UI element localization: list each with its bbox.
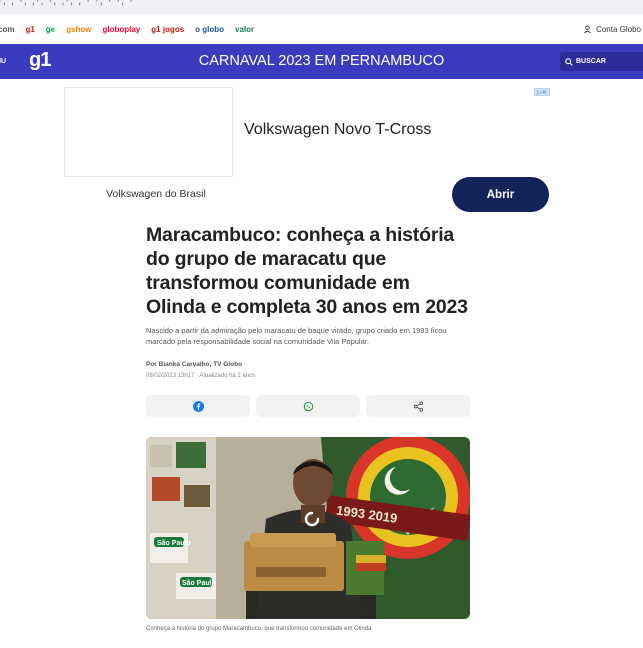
ad-image xyxy=(64,87,233,177)
section-title: CARNAVAL 2023 EM PERNAMBUCO xyxy=(198,53,445,69)
network-link[interactable]: globoplay xyxy=(102,25,140,34)
ad-banner[interactable]: Volkswagen Novo T-Cross ▷✕ xyxy=(64,87,550,177)
photo-sign-2: São Paulo xyxy=(182,580,216,587)
search-button[interactable]: BUSCAR xyxy=(560,52,643,71)
share-button[interactable] xyxy=(366,395,470,417)
whatsapp-icon xyxy=(303,401,313,411)
ad-open-button[interactable]: Abrir xyxy=(452,177,549,212)
account-button[interactable]: Conta Globo xyxy=(583,14,641,44)
ad-advertiser: Volkswagen do Brasil xyxy=(106,188,206,200)
article-title: Maracambuco: conheça a história do grupo… xyxy=(146,224,468,318)
ad-footer: Volkswagen do Brasil Abrir xyxy=(64,177,550,213)
article-subtitle: Nascido a partir da admiração pelo marac… xyxy=(146,326,447,346)
network-link[interactable]: o globo xyxy=(195,25,224,34)
globo-network-bar: com g1 ge gshow globoplay g1 jogos o globo valo… xyxy=(0,14,643,45)
whatsapp-share-button[interactable] xyxy=(256,395,360,417)
ad-choices-icon[interactable]: ▷✕ xyxy=(534,88,550,96)
network-link[interactable]: g1 jogos xyxy=(151,25,184,34)
network-link[interactable]: g1 xyxy=(25,25,34,34)
g1-logo[interactable]: g1 xyxy=(29,49,51,72)
article-video[interactable]: São Paulo São Paulo 1993 2019 xyxy=(146,437,470,619)
article-dates: 08/02/2023 13h17 · Atualizado há 2 anos xyxy=(146,373,256,379)
video-frame: São Paulo São Paulo 1993 2019 xyxy=(146,437,470,619)
user-icon xyxy=(584,24,592,33)
search-label: BUSCAR xyxy=(576,58,606,65)
article-byline: Por Bianka Carvalho, TV Globo xyxy=(146,361,243,368)
network-link[interactable]: com xyxy=(0,25,14,34)
photo-sign-1: São Paulo xyxy=(157,540,191,547)
share-icon xyxy=(413,400,423,412)
network-link[interactable]: ge xyxy=(46,25,55,34)
network-link[interactable]: gshow xyxy=(66,25,91,34)
account-label: Conta Globo xyxy=(596,24,641,34)
menu-button[interactable]: NU xyxy=(0,44,6,79)
article-header: Maracambuco: conheça a história do grupo… xyxy=(146,223,471,347)
browser-top-strip: ,·, , ·, ,·, ·, ,·, , · ·, · ·, · xyxy=(0,0,643,14)
network-link[interactable]: valor xyxy=(235,25,254,34)
facebook-icon xyxy=(192,400,204,412)
video-caption: Conheça a história do grupo Maracambuco,… xyxy=(146,626,372,632)
network-links: com g1 ge gshow globoplay g1 jogos o globo valo… xyxy=(0,14,254,44)
g1-header: NU g1 CARNAVAL 2023 EM PERNAMBUCO BUSCAR xyxy=(0,44,643,79)
facebook-share-button[interactable] xyxy=(146,395,250,417)
ad-headline[interactable]: Volkswagen Novo T-Cross xyxy=(244,121,431,139)
search-icon xyxy=(565,57,573,66)
